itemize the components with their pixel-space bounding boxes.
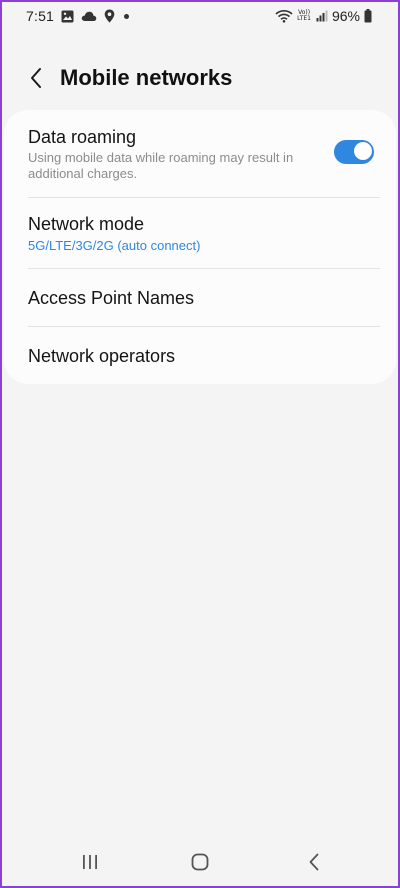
lte-label: LTE1	[297, 15, 311, 22]
status-left: 7:51	[26, 8, 130, 24]
home-icon	[191, 853, 209, 871]
recent-apps-button[interactable]	[70, 848, 110, 876]
location-pin-icon	[104, 9, 115, 23]
access-point-names-title: Access Point Names	[28, 288, 195, 308]
network-operators-title: Network operators	[28, 346, 176, 366]
volte-lte-indicator: Vo)) LTE1	[297, 10, 311, 22]
battery-icon	[364, 9, 372, 23]
toggle-knob	[354, 142, 372, 160]
data-roaming-toggle[interactable]	[334, 140, 374, 164]
cloud-icon	[81, 10, 97, 22]
network-mode-row[interactable]: Network mode 5G/LTE/3G/2G (auto connect)	[4, 198, 396, 269]
page-title: Mobile networks	[60, 65, 233, 90]
system-back-button[interactable]	[294, 848, 334, 876]
data-roaming-subtitle: Using mobile data while roaming may resu…	[28, 150, 294, 181]
phone-screen: 7:51 Vo)) LTE1 96% Mobile networks Data …	[0, 0, 400, 888]
recent-apps-icon	[83, 855, 97, 869]
image-icon	[61, 10, 74, 23]
back-button[interactable]	[24, 64, 48, 92]
status-right: Vo)) LTE1 96%	[275, 8, 372, 24]
data-roaming-row[interactable]: Data roaming Using mobile data while roa…	[4, 110, 396, 198]
status-bar: 7:51 Vo)) LTE1 96%	[2, 2, 398, 30]
wifi-icon	[275, 9, 293, 23]
signal-strength-icon	[316, 10, 328, 22]
settings-card: Data roaming Using mobile data while roa…	[4, 110, 396, 384]
network-mode-title: Network mode	[28, 214, 145, 234]
notification-dot-icon	[124, 13, 130, 19]
home-button[interactable]	[180, 848, 220, 876]
back-icon	[309, 853, 319, 871]
navigation-bar	[2, 840, 398, 886]
network-operators-row[interactable]: Network operators	[4, 327, 396, 384]
battery-percentage: 96%	[331, 8, 360, 24]
data-roaming-title: Data roaming	[28, 127, 137, 147]
chevron-left-icon	[31, 68, 41, 88]
network-mode-value: 5G/LTE/3G/2G (auto connect)	[28, 238, 201, 253]
app-header: Mobile networks	[2, 54, 398, 102]
access-point-names-row[interactable]: Access Point Names	[4, 269, 396, 327]
status-time: 7:51	[26, 8, 55, 24]
